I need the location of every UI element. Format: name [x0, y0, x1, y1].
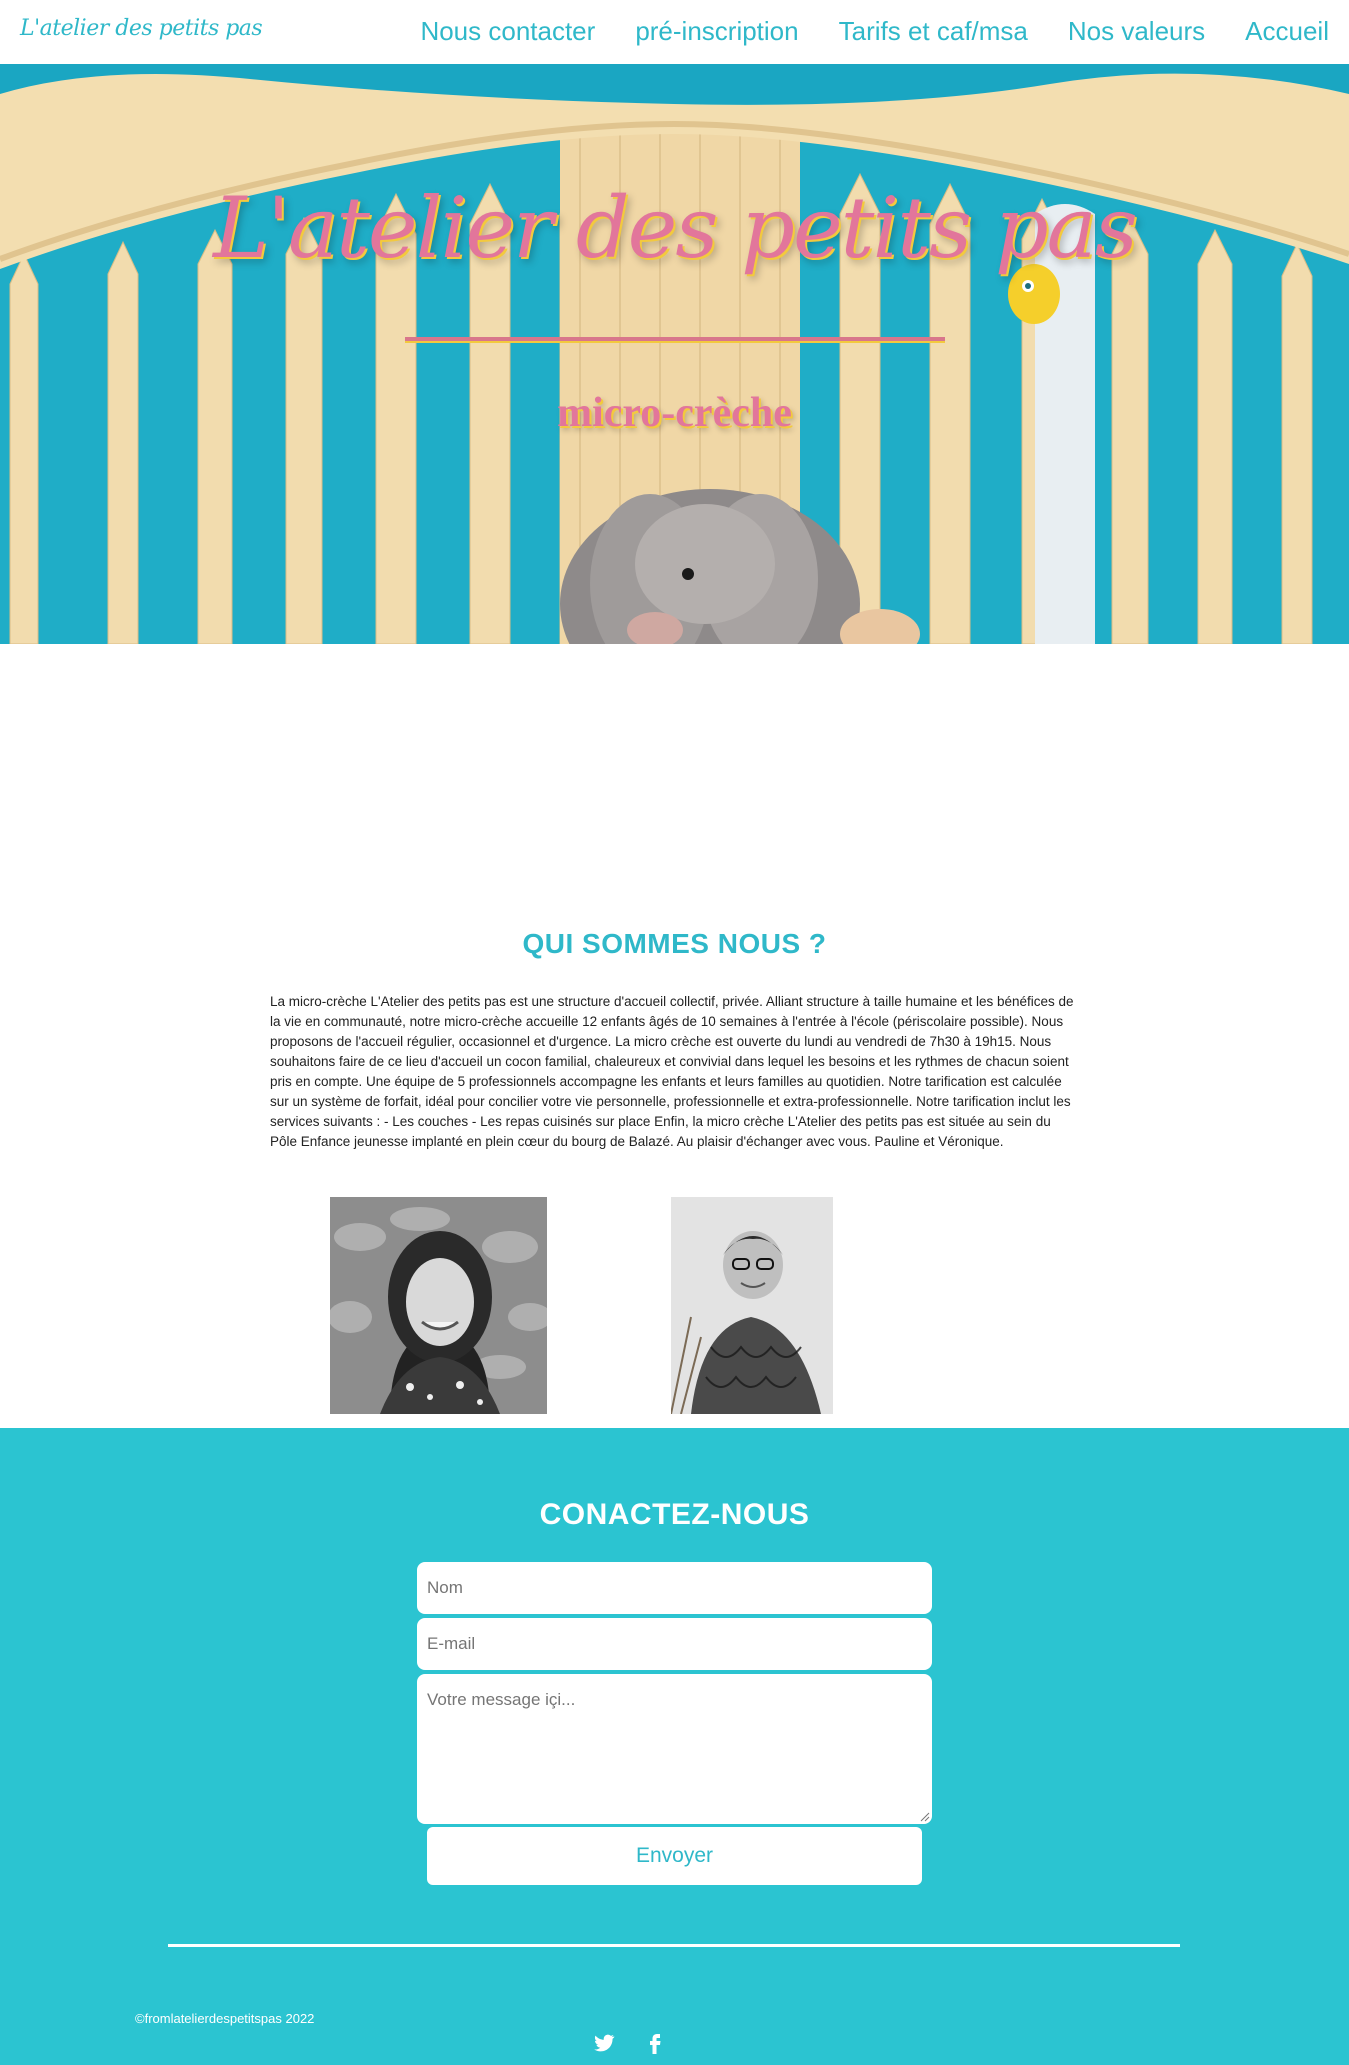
about-paragraph: La micro-crèche L'Atelier des petits pas… — [270, 994, 1074, 1149]
send-button[interactable]: Envoyer — [427, 1827, 922, 1885]
hero-title: L'atelier des petits pas — [213, 179, 1138, 277]
contact-heading: CONACTEZ-NOUS — [539, 1498, 810, 1531]
nav-link-contact[interactable]: Nous contacter — [420, 16, 595, 47]
nav-link-tarifs[interactable]: Tarifs et caf/msa — [839, 16, 1028, 47]
hero-divider — [405, 337, 945, 341]
copyright-text: ©fromlatelierdespetitspas 2022 — [135, 2011, 315, 2026]
message-textarea[interactable] — [417, 1674, 932, 1824]
about-heading: QUI SOMMES NOUS ? — [522, 928, 827, 959]
team-photo-veronique — [671, 1197, 833, 1414]
facebook-icon[interactable] — [643, 2030, 667, 2054]
brand-logo[interactable]: L'atelier des petits pas — [20, 16, 263, 41]
team-photo-pauline — [330, 1197, 547, 1414]
hero-banner: L'atelier des petits pas micro-crèche — [0, 64, 1349, 644]
email-input[interactable] — [417, 1618, 932, 1670]
top-navigation: L'atelier des petits pas Nous contacter … — [0, 0, 1349, 64]
nav-link-valeurs[interactable]: Nos valeurs — [1068, 16, 1205, 47]
hero-crib-image — [0, 64, 1349, 644]
main-menu: Nous contacter pré-inscription Tarifs et… — [420, 16, 1329, 47]
footer-divider — [168, 1944, 1180, 1947]
nav-link-preinscription[interactable]: pré-inscription — [635, 16, 798, 47]
nav-link-accueil[interactable]: Accueil — [1245, 16, 1329, 47]
contact-section: CONACTEZ-NOUS Envoyer ©fromlatelierdespe… — [0, 1428, 1349, 2065]
hero-subtitle: micro-crèche — [557, 390, 792, 436]
name-input[interactable] — [417, 1562, 932, 1614]
resize-handle-icon[interactable] — [918, 1810, 930, 1822]
twitter-icon[interactable] — [592, 2030, 616, 2054]
